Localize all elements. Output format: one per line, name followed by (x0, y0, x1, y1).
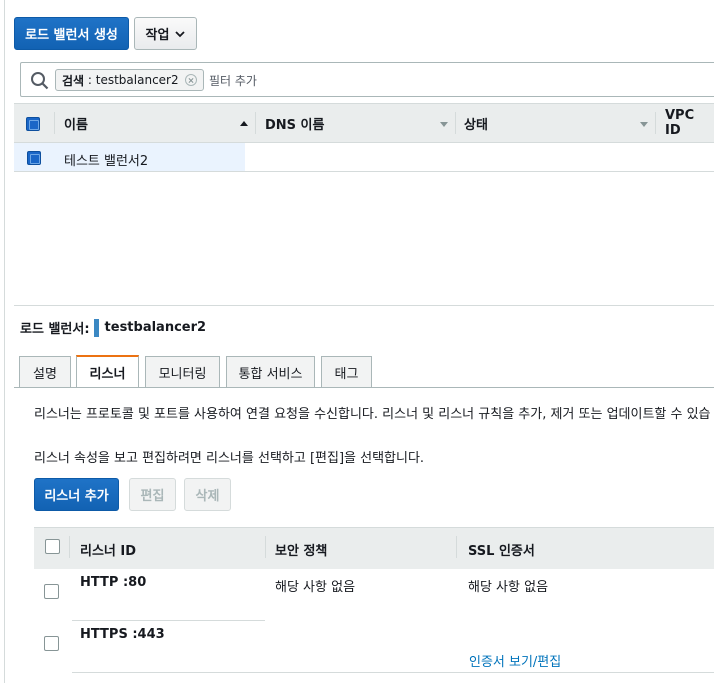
select-all-listeners-checkbox[interactable] (45, 539, 60, 554)
column-divider (456, 536, 457, 558)
details-title-value: testbalancer2 (104, 320, 207, 335)
select-all-checkbox[interactable] (26, 117, 40, 131)
listener-id-cell: HTTPS :443 (80, 627, 165, 642)
column-header-listener-id: 리스너 ID (80, 543, 137, 559)
token-value: testbalancer2 (95, 73, 179, 87)
listener-row-checkbox[interactable] (44, 584, 59, 599)
actions-dropdown-button[interactable]: 작업 (134, 17, 197, 50)
row-divider (72, 620, 265, 621)
remove-token-icon[interactable] (184, 74, 197, 86)
column-header-name[interactable]: 이름 (64, 104, 88, 142)
tab-label: 설명 (33, 367, 57, 382)
create-load-balancer-label: 로드 밸런서 생성 (25, 28, 118, 43)
delete-label: 삭제 (195, 489, 220, 504)
sort-icon[interactable] (640, 122, 648, 127)
details-title: 로드 밸런서: testbalancer2 (20, 318, 206, 337)
column-header-state[interactable]: 상태 (464, 104, 488, 142)
details-title-label: 로드 밸런서: (20, 322, 90, 337)
tab-label: 통합 서비스 (238, 367, 303, 382)
tab-label: 모니터링 (158, 367, 207, 382)
tab-listeners[interactable]: 리스너 (76, 355, 139, 388)
listener-row-checkbox[interactable] (44, 636, 59, 651)
token-separator: : (84, 73, 96, 87)
row-divider (14, 171, 714, 172)
row-divider (72, 672, 714, 673)
row-name-cell: 테스트 밸런서2 (64, 154, 149, 169)
lb-table-header: 이름 DNS 이름 상태 VPC ID (14, 103, 714, 143)
actions-label: 작업 (145, 28, 170, 43)
tab-underline (14, 387, 714, 388)
table-row[interactable]: 테스트 밸런서2 (14, 143, 245, 172)
token-key: 검색 (62, 73, 85, 88)
tab-integrated-services[interactable]: 통합 서비스 (226, 356, 315, 388)
listener-table-header: 리스너 ID 보안 정책 SSL 인증서 (34, 527, 714, 569)
chevron-down-icon (175, 30, 186, 37)
column-header-dns-name[interactable]: DNS 이름 (265, 104, 324, 142)
column-header-security-policy: 보안 정책 (275, 543, 328, 559)
panel-splitter[interactable] (14, 305, 714, 306)
tab-tags[interactable]: 태그 (321, 356, 372, 388)
add-listener-button[interactable]: 리스너 추가 (34, 478, 119, 511)
left-rail (0, 0, 5, 683)
listener-description: 리스너는 프로토콜 및 포트를 사용하여 연결 요청을 수신합니다. 리스너 및… (34, 407, 711, 422)
column-divider (265, 536, 266, 558)
column-header-vpc-id[interactable]: VPC ID (665, 104, 714, 142)
add-listener-label: 리스너 추가 (44, 489, 109, 504)
create-load-balancer-button[interactable]: 로드 밸런서 생성 (14, 17, 129, 50)
search-icon (31, 72, 49, 90)
tab-label: 태그 (334, 367, 359, 382)
edit-label: 편집 (140, 489, 165, 504)
delete-button[interactable]: 삭제 (184, 478, 231, 511)
column-divider (455, 112, 456, 134)
edit-button[interactable]: 편집 (129, 478, 176, 511)
selection-indicator (93, 318, 99, 337)
view-edit-certificate-link[interactable]: 인증서 보기/편집 (469, 651, 561, 670)
column-divider (655, 112, 656, 134)
row-checkbox[interactable] (27, 151, 41, 165)
security-policy-cell: 해당 사항 없음 (275, 580, 356, 595)
tab-label: 리스너 (89, 367, 126, 382)
column-divider (54, 112, 55, 134)
add-filter-placeholder[interactable]: 필터 추가 (209, 72, 257, 89)
column-divider (69, 536, 70, 558)
tab-description[interactable]: 설명 (19, 356, 71, 388)
search-filter-box[interactable]: 검색 : testbalancer2 필터 추가 (20, 62, 714, 97)
tab-monitoring[interactable]: 모니터링 (145, 356, 220, 388)
sort-icon[interactable] (440, 122, 448, 127)
column-divider (255, 112, 256, 134)
sort-ascending-icon[interactable] (240, 121, 248, 126)
search-filter-token: 검색 : testbalancer2 (55, 69, 204, 91)
column-header-ssl-certificate: SSL 인증서 (468, 543, 535, 559)
listener-id-cell: HTTP :80 (80, 575, 147, 590)
listener-instruction: 리스너 속성을 보고 편집하려면 리스너를 선택하고 [편집]을 선택합니다. (34, 451, 425, 466)
ssl-certificate-cell: 해당 사항 없음 (468, 580, 549, 595)
